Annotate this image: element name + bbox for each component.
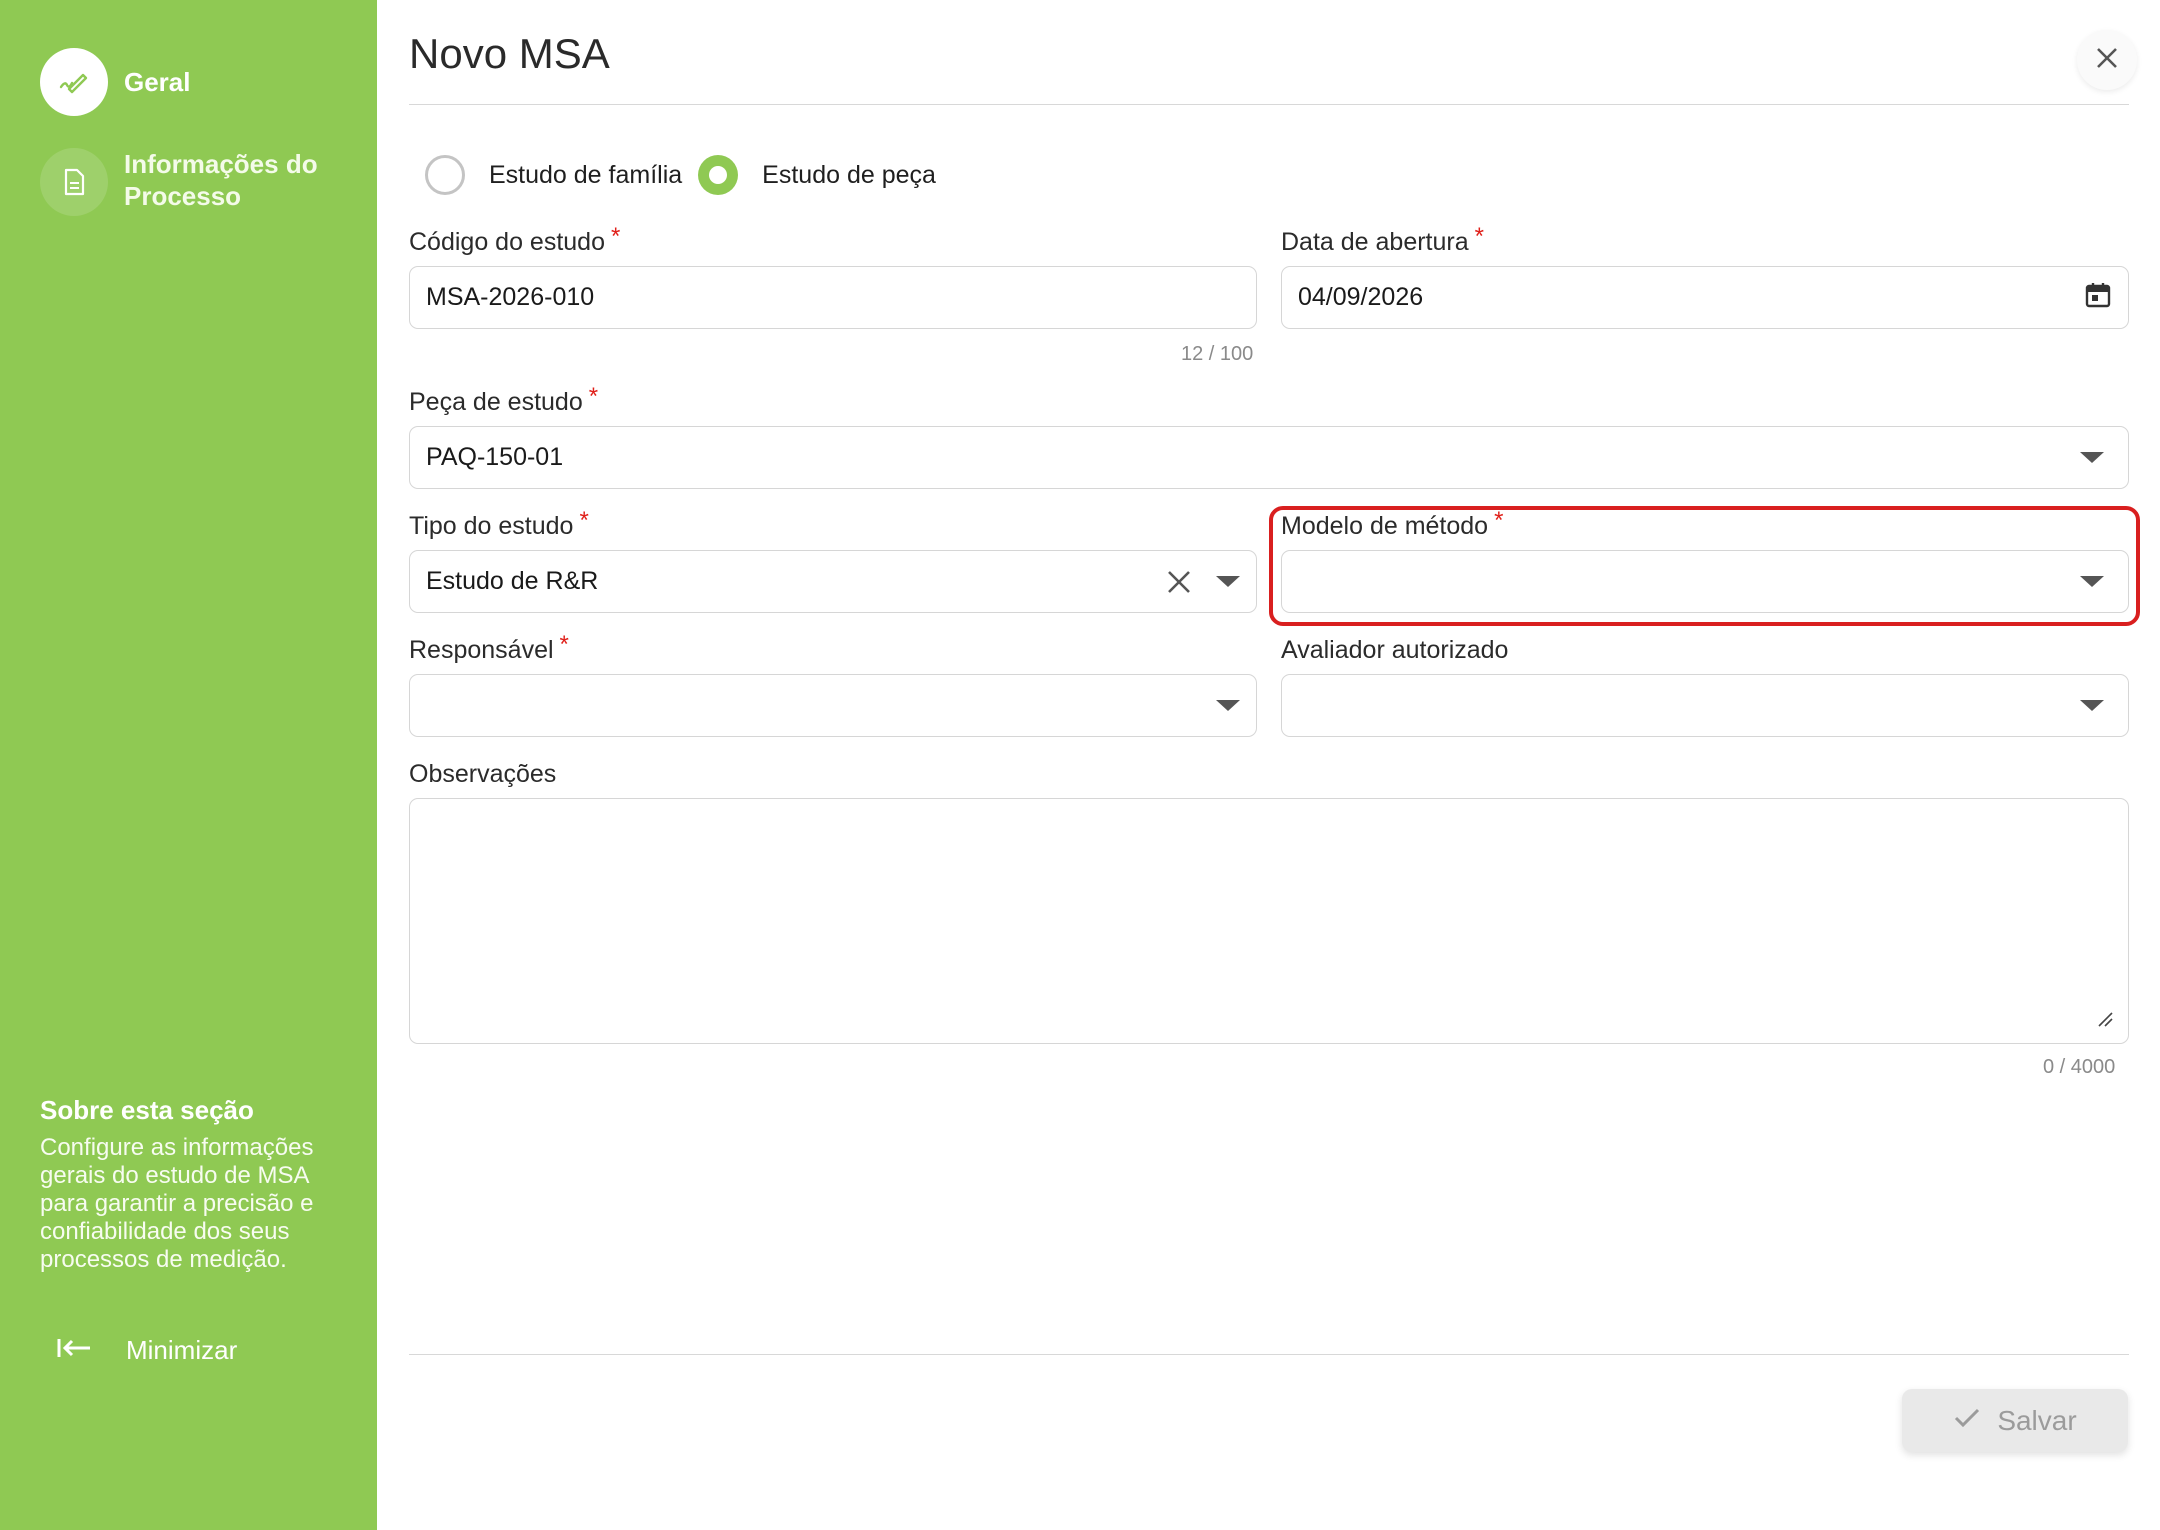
divider bbox=[409, 1354, 2129, 1355]
study-type-radio-group: Estudo de família Estudo de peça bbox=[425, 155, 952, 195]
document-icon bbox=[40, 148, 108, 216]
modelo-select[interactable] bbox=[1281, 550, 2129, 613]
chevron-down-icon bbox=[1216, 700, 1240, 711]
clear-icon[interactable] bbox=[1166, 569, 1192, 595]
tipo-label: Tipo do estudo * bbox=[409, 507, 589, 541]
tipo-value: Estudo de R&R bbox=[426, 567, 599, 595]
sidebar-item-label: Geral bbox=[124, 67, 191, 97]
close-icon bbox=[2094, 45, 2120, 76]
radio-label: Estudo de família bbox=[489, 160, 683, 189]
modelo-label: Modelo de método * bbox=[1281, 507, 1503, 541]
tipo-label-text: Tipo do estudo bbox=[409, 512, 574, 540]
minimize-button[interactable]: Minimizar bbox=[56, 1335, 237, 1366]
data-abertura-label: Data de abertura * bbox=[1281, 223, 1484, 257]
required-mark: * bbox=[588, 383, 599, 410]
close-button[interactable] bbox=[2077, 30, 2137, 90]
save-label: Salvar bbox=[1997, 1404, 2077, 1436]
responsavel-select[interactable] bbox=[409, 674, 1257, 737]
radio-estudo-familia[interactable] bbox=[425, 155, 465, 195]
chevron-down-icon bbox=[2080, 576, 2104, 587]
minimize-label: Minimizar bbox=[126, 1335, 238, 1365]
tipo-select[interactable]: Estudo de R&R bbox=[409, 550, 1257, 613]
sidebar-item-geral[interactable]: Geral bbox=[40, 48, 191, 116]
observacoes-label: Observações bbox=[409, 760, 556, 789]
avaliador-label-text: Avaliador autorizado bbox=[1281, 636, 1509, 664]
about-section: Sobre esta seção Configure as informaçõe… bbox=[40, 1095, 340, 1274]
chevron-down-icon bbox=[2080, 452, 2104, 463]
avaliador-label: Avaliador autorizado bbox=[1281, 636, 1508, 665]
required-mark: * bbox=[610, 223, 621, 250]
sidebar-item-informacoes[interactable]: Informações do Processo bbox=[40, 148, 334, 216]
resize-handle-icon[interactable] bbox=[2096, 1010, 2114, 1033]
codigo-counter: 12 / 100 bbox=[1181, 343, 1254, 365]
data-abertura-label-text: Data de abertura bbox=[1281, 228, 1469, 256]
peca-select[interactable]: PAQ-150-01 bbox=[409, 426, 2129, 489]
responsavel-label: Responsável * bbox=[409, 631, 569, 665]
about-title: Sobre esta seção bbox=[40, 1095, 254, 1125]
codigo-value: MSA-2026-010 bbox=[426, 283, 595, 311]
calendar-icon[interactable] bbox=[2084, 281, 2112, 314]
radio-label: Estudo de peça bbox=[762, 160, 936, 189]
about-text: Configure as informações gerais do estud… bbox=[40, 1134, 314, 1273]
required-mark: * bbox=[579, 507, 589, 534]
data-abertura-input[interactable]: 04/09/2026 bbox=[1281, 266, 2129, 329]
responsavel-label-text: Responsável bbox=[409, 636, 554, 664]
observacoes-counter: 0 / 4000 bbox=[2043, 1056, 2116, 1078]
sidebar: Geral Informações do Processo Sobre esta… bbox=[0, 0, 377, 1530]
codigo-input[interactable]: MSA-2026-010 bbox=[409, 266, 1257, 329]
pencil-icon bbox=[40, 48, 108, 116]
check-icon bbox=[1953, 1407, 1981, 1434]
data-abertura-value: 04/09/2026 bbox=[1298, 283, 1424, 311]
dialog-main: Novo MSA Estudo de família Estudo de peç… bbox=[377, 0, 2160, 1530]
peca-label: Peça de estudo * bbox=[409, 383, 598, 417]
collapse-left-icon bbox=[56, 1336, 92, 1365]
codigo-label: Código do estudo * bbox=[409, 223, 620, 257]
observacoes-label-text: Observações bbox=[409, 760, 557, 788]
save-button[interactable]: Salvar bbox=[1902, 1389, 2128, 1452]
observacoes-textarea[interactable] bbox=[409, 798, 2129, 1044]
peca-value: PAQ-150-01 bbox=[426, 443, 564, 471]
peca-label-text: Peça de estudo bbox=[409, 388, 583, 416]
chevron-down-icon bbox=[1216, 576, 1240, 587]
codigo-label-text: Código do estudo bbox=[409, 228, 605, 256]
required-mark: * bbox=[1494, 507, 1504, 534]
sidebar-item-label: Informações do Processo bbox=[124, 149, 318, 211]
page-title: Novo MSA bbox=[409, 30, 610, 77]
required-mark: * bbox=[559, 631, 569, 658]
required-mark: * bbox=[1474, 223, 1484, 250]
divider bbox=[409, 104, 2129, 105]
chevron-down-icon bbox=[2080, 700, 2104, 711]
modelo-label-text: Modelo de método bbox=[1281, 512, 1489, 540]
avaliador-select[interactable] bbox=[1281, 674, 2129, 737]
radio-estudo-peca[interactable] bbox=[698, 155, 739, 195]
